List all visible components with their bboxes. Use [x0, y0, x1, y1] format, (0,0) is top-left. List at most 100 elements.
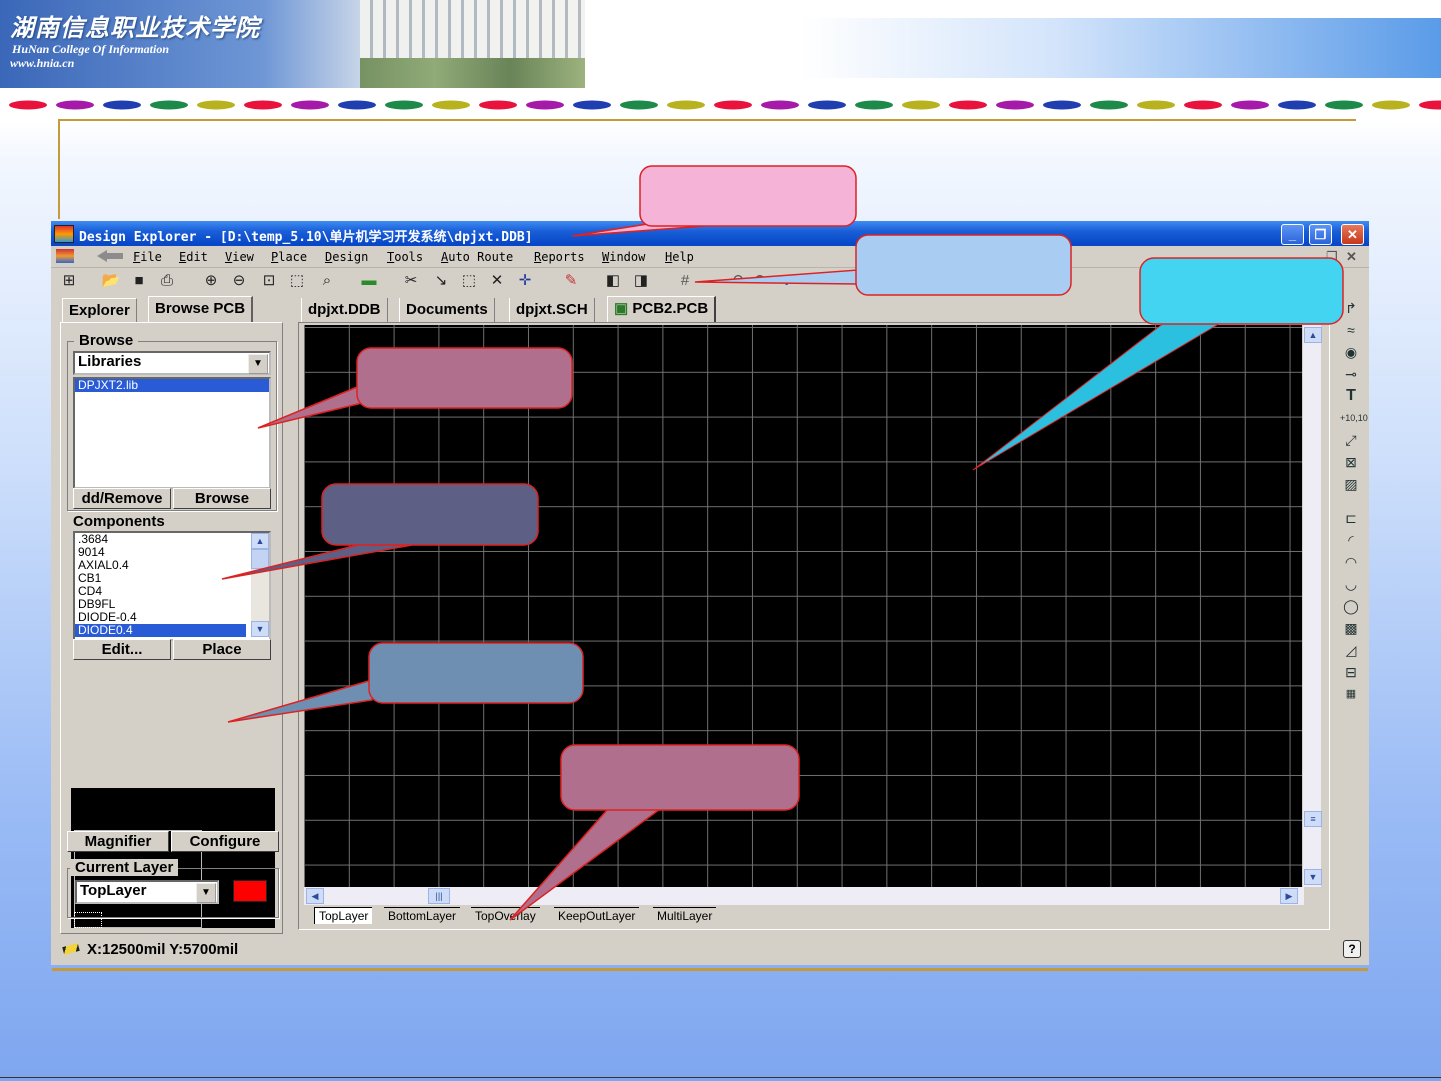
- back-arrow-icon[interactable]: [95, 250, 125, 262]
- horizontal-scrollbar[interactable]: ◀ ||| ▶: [304, 887, 1304, 905]
- list-item[interactable]: CB1: [75, 572, 269, 585]
- save-icon[interactable]: ■: [129, 271, 149, 291]
- track-icon[interactable]: ≈: [1340, 321, 1362, 339]
- layer-tab-topoverlay[interactable]: TopOverlay: [471, 907, 540, 924]
- tab-documents[interactable]: Documents: [399, 298, 495, 322]
- zoom-area-icon[interactable]: ⬚: [287, 271, 307, 291]
- route-icon[interactable]: ↘: [431, 271, 451, 291]
- grid-icon[interactable]: #: [675, 271, 695, 291]
- minimize-button[interactable]: _: [1281, 224, 1304, 245]
- room-icon[interactable]: ▨: [1340, 475, 1362, 493]
- vertical-scroll-thumb[interactable]: ≡: [1304, 811, 1322, 827]
- full-circle-icon[interactable]: ◯: [1340, 597, 1362, 615]
- components-scrollbar[interactable]: ▲ ▼: [251, 533, 269, 637]
- pcb-workspace[interactable]: [304, 325, 1302, 887]
- place-button[interactable]: Place: [173, 639, 271, 660]
- menu-window[interactable]: Window: [602, 250, 645, 264]
- scroll-down-icon[interactable]: ▼: [251, 621, 269, 637]
- mdi-restore-button[interactable]: ❐: [1326, 249, 1338, 265]
- title-bar[interactable]: Design Explorer - [D:\temp_5.10\单片机学习开发系…: [51, 221, 1369, 246]
- library-icon[interactable]: ▬: [359, 271, 379, 291]
- list-item[interactable]: AXIAL0.4: [75, 559, 269, 572]
- component-icon[interactable]: ⊏: [1340, 509, 1362, 527]
- list-item[interactable]: DIODE0.4: [75, 624, 246, 637]
- undo-icon[interactable]: ↶: [727, 271, 747, 291]
- magnifier-button[interactable]: Magnifier: [67, 831, 169, 852]
- string-icon[interactable]: T: [1340, 387, 1362, 405]
- via-icon[interactable]: ◉: [1340, 343, 1362, 361]
- interactive-route-icon[interactable]: ↱: [1340, 299, 1362, 317]
- scroll-down-icon[interactable]: ▼: [1304, 869, 1322, 885]
- menu-help[interactable]: Help: [665, 250, 694, 264]
- menu-file[interactable]: File: [133, 250, 162, 264]
- tab-dpjxt-ddb[interactable]: dpjxt.DDB: [301, 298, 388, 322]
- deselect-icon[interactable]: ✕: [487, 271, 507, 291]
- chevron-down-icon[interactable]: ▼: [196, 883, 216, 903]
- tab-dpjxt-sch[interactable]: dpjxt.SCH: [509, 298, 595, 322]
- browse-type-select[interactable]: Libraries ▼: [73, 351, 271, 375]
- redo-icon[interactable]: ↷: [751, 271, 771, 291]
- browse-button[interactable]: Browse: [173, 488, 271, 509]
- scroll-left-icon[interactable]: ◀: [306, 888, 324, 904]
- scroll-right-icon[interactable]: ▶: [1280, 888, 1298, 904]
- design-manager-icon[interactable]: ⊞: [59, 271, 79, 291]
- mdi-minimize-button[interactable]: _: [1307, 249, 1314, 264]
- help-icon[interactable]: ?: [777, 271, 797, 291]
- library-list[interactable]: DPJXT2.lib: [73, 377, 271, 489]
- tab-pcb2-pcb[interactable]: ▣ PCB2.PCB: [607, 296, 717, 323]
- cut-icon[interactable]: ✂: [401, 271, 421, 291]
- layer-tab-multilayer[interactable]: MultiLayer: [653, 907, 717, 924]
- layer-color-swatch[interactable]: [233, 880, 267, 902]
- menu-auto-route[interactable]: Auto Route: [441, 250, 513, 264]
- browse-icon[interactable]: ◨: [631, 271, 651, 291]
- pad-icon[interactable]: ⊸: [1340, 365, 1362, 383]
- layer-tab-bottomlayer[interactable]: BottomLayer: [384, 907, 461, 924]
- tab-explorer[interactable]: Explorer: [62, 298, 137, 322]
- select-icon[interactable]: ⬚: [459, 271, 479, 291]
- menu-design[interactable]: Design: [325, 250, 368, 264]
- polygon-plane-icon[interactable]: ◿: [1340, 641, 1362, 659]
- coordinate-icon[interactable]: +10,10: [1340, 409, 1368, 427]
- move-icon[interactable]: ✛: [515, 271, 535, 291]
- restore-button[interactable]: ❐: [1309, 224, 1332, 245]
- dimension-icon[interactable]: ⤢: [1340, 431, 1362, 449]
- scroll-thumb[interactable]: [251, 549, 269, 569]
- layer-tab-toplayer[interactable]: TopLayer: [314, 907, 373, 924]
- zoom-out-icon[interactable]: ⊖: [229, 271, 249, 291]
- tab-browse-pcb[interactable]: Browse PCB: [148, 296, 254, 322]
- menu-edit[interactable]: Edit: [179, 250, 208, 264]
- current-layer-select[interactable]: TopLayer ▼: [75, 880, 219, 904]
- scroll-up-icon[interactable]: ▲: [251, 533, 269, 549]
- open-icon[interactable]: 📂: [101, 271, 121, 291]
- pencil-icon[interactable]: ✎: [561, 271, 581, 291]
- horizontal-scroll-thumb[interactable]: |||: [428, 888, 450, 904]
- list-item[interactable]: DPJXT2.lib: [75, 379, 269, 392]
- split-plane-icon[interactable]: ⊟: [1340, 663, 1362, 681]
- menu-tools[interactable]: Tools: [387, 250, 423, 264]
- edit-button[interactable]: Edit...: [73, 639, 171, 660]
- scroll-up-icon[interactable]: ▲: [1304, 327, 1322, 343]
- vertical-scrollbar[interactable]: ▲ ≡ ▼: [1303, 325, 1322, 887]
- arc-any-icon[interactable]: ◡: [1340, 575, 1362, 593]
- close-button[interactable]: ✕: [1341, 224, 1364, 245]
- origin-icon[interactable]: ⊠: [1340, 453, 1362, 471]
- menu-view[interactable]: View: [225, 250, 254, 264]
- add-remove-button[interactable]: dd/Remove: [73, 488, 171, 509]
- menu-reports[interactable]: Reports: [534, 250, 585, 264]
- menu-place[interactable]: Place: [271, 250, 307, 264]
- components-list[interactable]: .3684 9014 AXIAL0.4 CB1 CD4 DB9FL DIODE-…: [73, 531, 271, 641]
- mdi-close-button[interactable]: ✕: [1346, 249, 1357, 265]
- zoom-fit-icon[interactable]: ⊡: [259, 271, 279, 291]
- zoom-in-icon[interactable]: ⊕: [201, 271, 221, 291]
- fill-icon[interactable]: ▩: [1340, 619, 1362, 637]
- configure-button[interactable]: Configure: [171, 831, 279, 852]
- print-icon[interactable]: ⎙: [157, 271, 177, 291]
- help-icon[interactable]: ?: [1343, 940, 1361, 958]
- menu-logo-icon[interactable]: [56, 249, 74, 263]
- find-icon[interactable]: ⌕: [317, 271, 337, 291]
- 3d-view-icon[interactable]: ◧: [603, 271, 623, 291]
- arc-center-icon[interactable]: ◠: [1340, 553, 1362, 571]
- layer-tab-keepoutlayer[interactable]: KeepOutLayer: [554, 907, 640, 924]
- arc-edge-icon[interactable]: ◜: [1340, 531, 1362, 549]
- array-paste-icon[interactable]: ▦: [1340, 685, 1362, 703]
